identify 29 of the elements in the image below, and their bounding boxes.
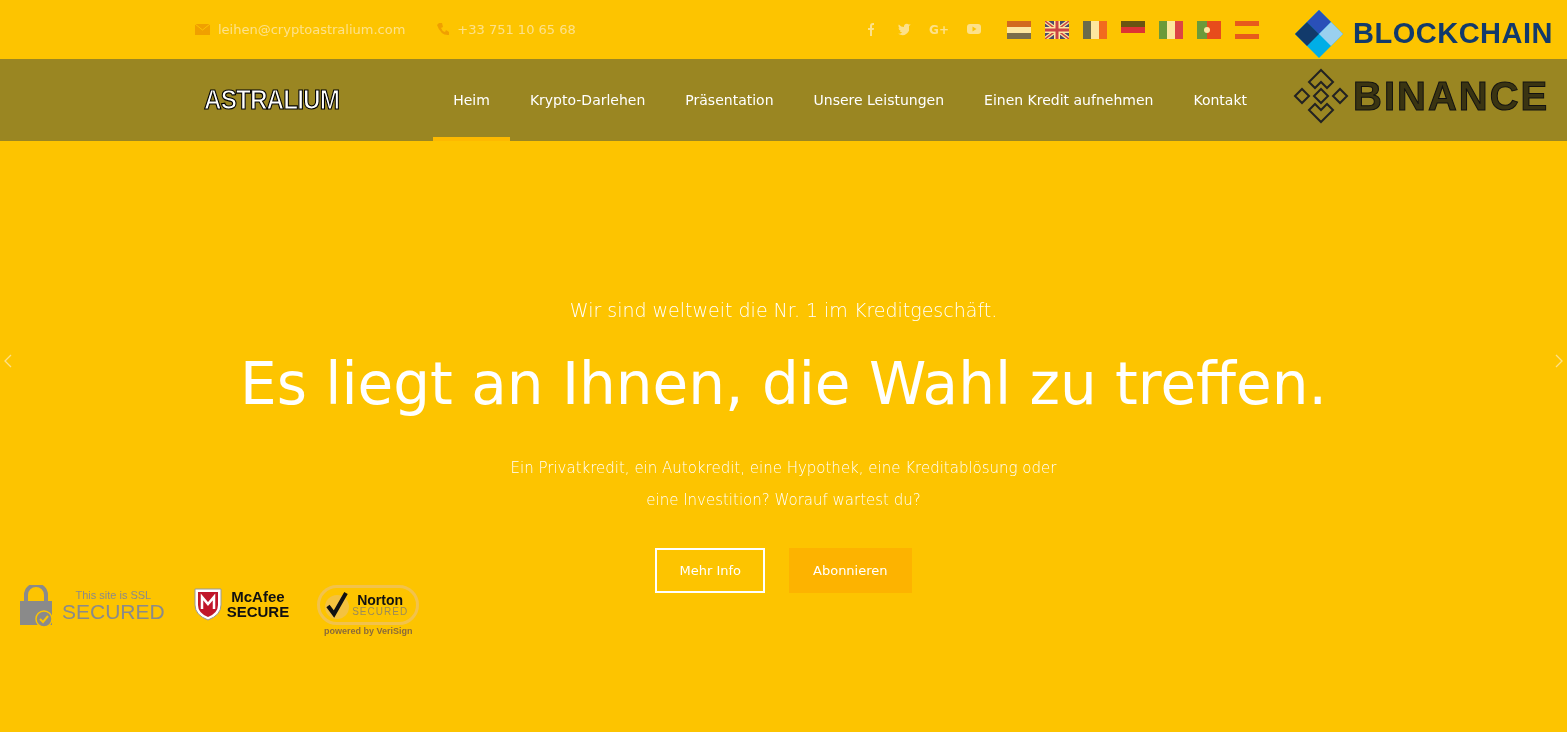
badge-caption: This site is SSL [74, 590, 153, 601]
badge-caption: SECURE [226, 604, 290, 619]
nav-link[interactable]: Heim [433, 59, 510, 141]
shield-icon [192, 587, 223, 621]
nav-link[interactable]: Unsere Leistungen [793, 59, 965, 141]
nav-link[interactable]: Präsentation [665, 59, 794, 141]
nav-link[interactable]: Einen Kredit aufnehmen [964, 59, 1174, 141]
flag-icon[interactable] [1197, 20, 1221, 39]
nav-link[interactable]: Kontakt [1173, 59, 1267, 141]
mail-icon [195, 24, 210, 35]
diamond-logo-icon [1293, 8, 1346, 60]
flag-icon[interactable] [1007, 20, 1031, 39]
flag-icon[interactable] [1083, 20, 1107, 39]
badge-title: McAfee [230, 589, 286, 604]
flag-icon[interactable] [1159, 20, 1183, 39]
nav-link[interactable]: Krypto-Darlehen [509, 59, 666, 141]
hero-subtitle: Wir sind weltweit die Nr. 1 im Kreditgeschäft. [569, 298, 998, 323]
site-logo[interactable]: ASTRALIUM [204, 79, 339, 121]
hero-headline: Es liegt an Ihnen, die Wahl zu treffen. [240, 348, 1327, 420]
flag-icon[interactable] [1045, 20, 1069, 39]
blockchain-logo-text: BLOCKCHAIN [1353, 16, 1553, 52]
binance-logo-text: BINANCE [1353, 73, 1550, 120]
badge-footnote: powered by VeriSign [323, 625, 413, 638]
badge-caption: SECURED [352, 607, 409, 617]
diamond-outline-icon [1293, 68, 1350, 124]
hero-description: Ein Privatkredit, ein Autokredit, eine Hypothek, eine Kreditablösung oder eine Investition? Worauf wartest du? [510, 457, 1057, 511]
badge-title: Norton [357, 593, 404, 607]
badge-title: SECURED [62, 601, 165, 622]
phone-icon [437, 23, 450, 36]
